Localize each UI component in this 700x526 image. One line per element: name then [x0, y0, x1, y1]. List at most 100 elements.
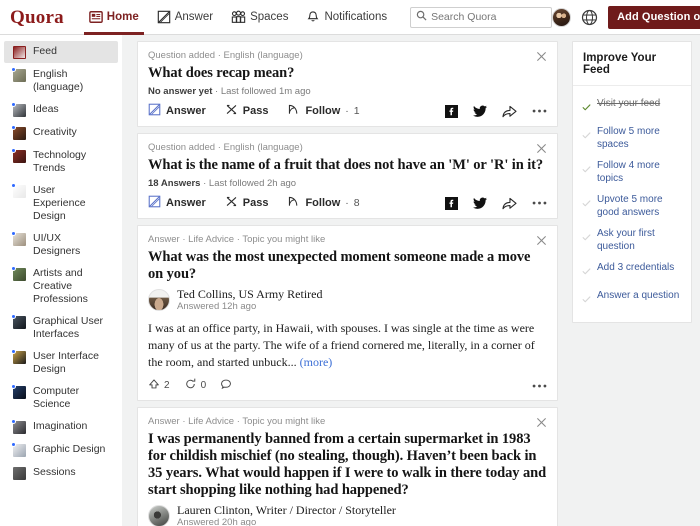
feed-card: Question added · English (language) What …: [137, 41, 558, 127]
pass-button[interactable]: Pass: [225, 103, 268, 119]
nav-tab-notifications[interactable]: Notifications: [297, 0, 396, 35]
feed-task-item[interactable]: Follow 5 more spaces: [582, 121, 682, 155]
card-title[interactable]: What does recap mean?: [148, 65, 547, 82]
card-answer-count: No answer yet: [148, 86, 213, 97]
add-question-or-link-button[interactable]: Add Question or Link: [608, 5, 700, 29]
sidebar-item-label: English (language): [33, 68, 84, 93]
upvote-arrow-icon[interactable]: [148, 378, 160, 393]
nav-tab-spaces-label: Spaces: [250, 11, 289, 23]
nav-tab-home[interactable]: Home: [80, 0, 148, 35]
more-options-icon[interactable]: [532, 108, 547, 114]
more-link[interactable]: (more): [300, 355, 333, 369]
unread-dot-badge: [11, 384, 16, 389]
sidebar-item-label: Feed: [33, 45, 57, 57]
share-arrow-icon[interactable]: [502, 197, 517, 210]
sidebar-item-imagination[interactable]: Imagination: [4, 416, 118, 438]
quora-logo[interactable]: Quora: [10, 8, 64, 27]
facebook-share-icon[interactable]: [445, 196, 458, 210]
nav-tab-spaces[interactable]: Spaces: [222, 0, 297, 35]
card-title[interactable]: I was permanently banned from a certain …: [148, 431, 547, 499]
author-info: Lauren Clinton, Writer / Director / Stor…: [177, 503, 396, 526]
answer-vote-row: 20: [148, 378, 547, 393]
reshare-count: 0: [200, 380, 207, 391]
comment-control[interactable]: [220, 378, 232, 393]
feed-task-label: Upvote 5 more good answers: [597, 194, 663, 218]
pencil-answer-icon: [157, 10, 171, 24]
close-icon[interactable]: [536, 415, 549, 428]
sidebar-item-thumbnail: [13, 467, 26, 480]
nav-tab-answer-label: Answer: [174, 11, 214, 23]
answer-author-row[interactable]: Ted Collins, US Army Retired Answered 12h…: [148, 287, 547, 313]
close-icon[interactable]: [536, 141, 549, 154]
follow-count: 1: [353, 105, 360, 117]
sidebar-item-creativity[interactable]: Creativity: [4, 122, 118, 144]
feed-task-item[interactable]: Add 3 credentials: [582, 257, 682, 285]
feed-card: Question added · English (language) What …: [137, 133, 558, 219]
follow-count-separator: ·: [345, 105, 349, 117]
answer-author-row[interactable]: Lauren Clinton, Writer / Director / Stor…: [148, 503, 547, 526]
follow-button-label: Follow: [305, 197, 341, 209]
sidebar-item-sessions[interactable]: Sessions: [4, 462, 118, 484]
checkmark-icon: [582, 229, 591, 247]
globe-language-icon[interactable]: [581, 9, 598, 26]
close-icon[interactable]: [536, 49, 549, 62]
twitter-share-icon[interactable]: [473, 197, 487, 210]
follow-button[interactable]: Follow · 8: [287, 195, 360, 211]
sidebar-item-feed[interactable]: Feed: [4, 41, 118, 63]
unread-dot-badge: [11, 125, 16, 130]
sidebar-item-graphical-user-interfaces[interactable]: Graphical User Interfaces: [4, 311, 118, 345]
upvote-control[interactable]: 2: [148, 378, 170, 393]
sidebar-item-english-language[interactable]: English (language): [4, 64, 118, 98]
feed-card: Answer · Life Advice · Topic you might l…: [137, 407, 558, 526]
feed-task-item[interactable]: Answer a question: [582, 285, 682, 313]
sidebar-item-computer-science[interactable]: Computer Science: [4, 381, 118, 415]
facebook-share-icon[interactable]: [445, 104, 458, 118]
feed-task-label: Answer a question: [597, 290, 680, 301]
more-options-icon[interactable]: [532, 383, 547, 389]
close-icon[interactable]: [536, 233, 549, 246]
card-title[interactable]: What is the name of a fruit that does no…: [148, 157, 547, 174]
checkmark-icon: [582, 161, 591, 179]
reshare-control[interactable]: 0: [184, 378, 207, 393]
sidebar-item-technology-trends[interactable]: Technology Trends: [4, 145, 118, 179]
answer-button[interactable]: Answer: [148, 103, 206, 119]
author-avatar: [148, 289, 170, 311]
more-options-icon[interactable]: [532, 200, 547, 206]
feed-task-item[interactable]: Ask your first question: [582, 223, 682, 257]
panel-task-list: Visit your feed Follow 5 more spaces Follo…: [573, 86, 691, 322]
sidebar-item-thumbnail: [13, 46, 26, 59]
sidebar-item-user-interface-design[interactable]: User Interface Design: [4, 346, 118, 380]
pass-button-label: Pass: [242, 197, 269, 209]
answer-body-text: I was at an office party, in Hawaii, wit…: [148, 321, 535, 369]
nav-tab-answer[interactable]: Answer: [148, 0, 222, 35]
author-info: Ted Collins, US Army Retired Answered 12h…: [177, 287, 323, 313]
right-column: Improve Your Feed Visit your feed Follow …: [572, 35, 700, 526]
search-input[interactable]: [410, 6, 553, 28]
follow-button[interactable]: Follow · 1: [287, 103, 360, 119]
sidebar-item-ideas[interactable]: Ideas: [4, 99, 118, 121]
sidebar-item-user-experience-design[interactable]: User Experience Design: [4, 180, 118, 227]
feed-task-item[interactable]: Visit your feed: [582, 93, 682, 121]
card-title[interactable]: What was the most unexpected moment some…: [148, 249, 547, 283]
sidebar-item-label: Artists and Creative Professions: [33, 267, 88, 305]
reshare-icon[interactable]: [184, 378, 197, 393]
sidebar-item-artists-and-creative-professions[interactable]: Artists and Creative Professions: [4, 263, 118, 310]
home-feed-icon: [88, 10, 103, 24]
checkmark-icon: [582, 127, 591, 145]
unread-dot-badge: [11, 231, 16, 236]
answer-button[interactable]: Answer: [148, 195, 206, 211]
sidebar-item-label: Sessions: [33, 466, 76, 478]
comment-bubble-icon[interactable]: [220, 378, 232, 393]
share-arrow-icon[interactable]: [502, 105, 517, 118]
feed-task-item[interactable]: Upvote 5 more good answers: [582, 189, 682, 223]
twitter-share-icon[interactable]: [473, 105, 487, 118]
sidebar-item-thumbnail: [11, 148, 26, 163]
user-avatar[interactable]: [552, 7, 572, 27]
pass-button[interactable]: Pass: [225, 195, 269, 211]
pencil-answer-icon: [148, 195, 161, 211]
sidebar-item-thumbnail: [11, 384, 26, 399]
sidebar-item-thumbnail: [11, 442, 26, 457]
sidebar-item-graphic-design[interactable]: Graphic Design: [4, 439, 118, 461]
feed-task-item[interactable]: Follow 4 more topics: [582, 155, 682, 189]
sidebar-item-ui-ux-designers[interactable]: UI/UX Designers: [4, 228, 118, 262]
